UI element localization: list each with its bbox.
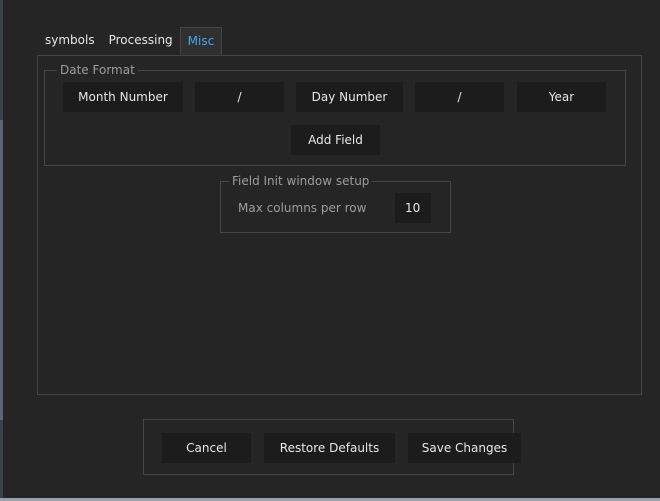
add-field-button[interactable]: Add Field — [291, 125, 380, 155]
tab-bar: symbols Processing Misc — [38, 27, 223, 55]
settings-window: symbols Processing Misc Date Format Mont… — [0, 0, 660, 501]
date-field-day-number[interactable]: Day Number — [296, 82, 403, 112]
date-field-separator-2[interactable]: / — [415, 82, 504, 112]
tab-misc[interactable]: Misc — [179, 27, 223, 55]
save-changes-button[interactable]: Save Changes — [408, 433, 521, 463]
window-left-edge-accent — [0, 120, 3, 420]
field-init-title: Field Init window setup — [229, 174, 373, 188]
max-columns-label: Max columns per row — [238, 201, 367, 215]
date-field-month-number[interactable]: Month Number — [63, 82, 183, 112]
restore-defaults-button[interactable]: Restore Defaults — [264, 433, 395, 463]
cancel-button[interactable]: Cancel — [162, 433, 251, 463]
max-columns-input[interactable]: 10 — [395, 193, 431, 223]
tab-symbols[interactable]: symbols — [38, 27, 102, 55]
date-format-title: Date Format — [57, 63, 138, 77]
date-field-separator-1[interactable]: / — [195, 82, 284, 112]
date-field-year[interactable]: Year — [517, 82, 606, 112]
tab-processing[interactable]: Processing — [102, 27, 180, 55]
